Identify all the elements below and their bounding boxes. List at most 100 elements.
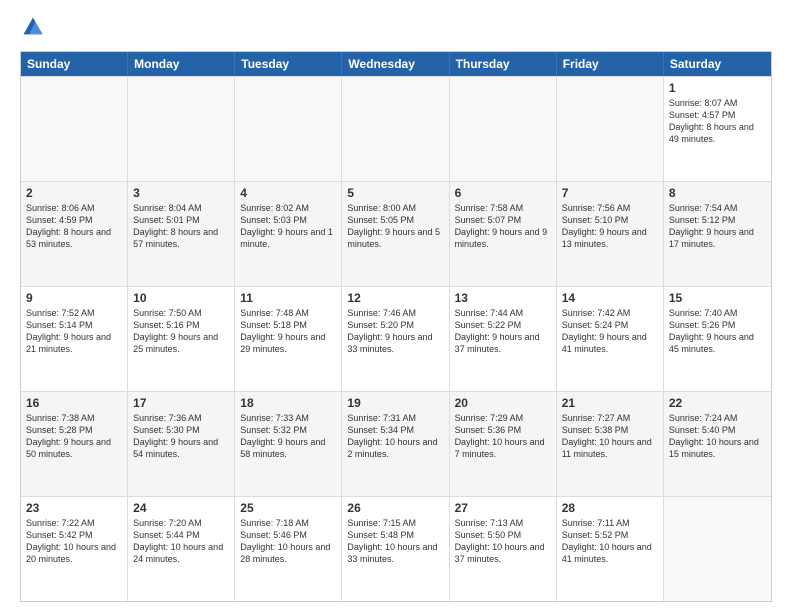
calendar-row: 16 Sunrise: 7:38 AM Sunset: 5:28 PM Dayli…: [21, 391, 771, 496]
calendar-cell: 18 Sunrise: 7:33 AM Sunset: 5:32 PM Dayli…: [235, 392, 342, 496]
cell-details: Sunrise: 7:54 AM Sunset: 5:12 PM Dayligh…: [669, 202, 766, 251]
cell-details: Sunrise: 7:11 AM Sunset: 5:52 PM Dayligh…: [562, 517, 658, 566]
cell-details: Sunrise: 7:48 AM Sunset: 5:18 PM Dayligh…: [240, 307, 336, 356]
cell-details: Sunrise: 8:02 AM Sunset: 5:03 PM Dayligh…: [240, 202, 336, 251]
calendar-cell: [342, 77, 449, 181]
calendar-cell: 12 Sunrise: 7:46 AM Sunset: 5:20 PM Dayli…: [342, 287, 449, 391]
day-number: 8: [669, 186, 766, 200]
logo-icon: [22, 16, 44, 38]
day-number: 11: [240, 291, 336, 305]
cell-details: Sunrise: 7:40 AM Sunset: 5:26 PM Dayligh…: [669, 307, 766, 356]
calendar-cell: 24 Sunrise: 7:20 AM Sunset: 5:44 PM Dayli…: [128, 497, 235, 601]
calendar-cell: [21, 77, 128, 181]
header: [20, 16, 772, 43]
day-number: 23: [26, 501, 122, 515]
day-number: 20: [455, 396, 551, 410]
calendar-header-cell: Thursday: [450, 52, 557, 76]
cell-details: Sunrise: 7:44 AM Sunset: 5:22 PM Dayligh…: [455, 307, 551, 356]
calendar-header-cell: Wednesday: [342, 52, 449, 76]
cell-details: Sunrise: 7:27 AM Sunset: 5:38 PM Dayligh…: [562, 412, 658, 461]
cell-details: Sunrise: 7:29 AM Sunset: 5:36 PM Dayligh…: [455, 412, 551, 461]
calendar-cell: 21 Sunrise: 7:27 AM Sunset: 5:38 PM Dayli…: [557, 392, 664, 496]
cell-details: Sunrise: 7:56 AM Sunset: 5:10 PM Dayligh…: [562, 202, 658, 251]
calendar-cell: 8 Sunrise: 7:54 AM Sunset: 5:12 PM Daylig…: [664, 182, 771, 286]
calendar-cell: 17Sunrise: 7:36 AM Sunset: 5:30 PM Dayli…: [128, 392, 235, 496]
calendar-body: 1 Sunrise: 8:07 AM Sunset: 4:57 PM Daylig…: [21, 76, 771, 601]
calendar-header-cell: Monday: [128, 52, 235, 76]
day-number: 19: [347, 396, 443, 410]
cell-details: Sunrise: 7:31 AM Sunset: 5:34 PM Dayligh…: [347, 412, 443, 461]
calendar-cell: 25 Sunrise: 7:18 AM Sunset: 5:46 PM Dayli…: [235, 497, 342, 601]
calendar-cell: 6 Sunrise: 7:58 AM Sunset: 5:07 PM Daylig…: [450, 182, 557, 286]
cell-details: Sunrise: 7:20 AM Sunset: 5:44 PM Dayligh…: [133, 517, 229, 566]
calendar-cell: [664, 497, 771, 601]
calendar-cell: 9 Sunrise: 7:52 AM Sunset: 5:14 PM Daylig…: [21, 287, 128, 391]
page: SundayMondayTuesdayWednesdayThursdayFrid…: [0, 0, 792, 612]
day-number: 18: [240, 396, 336, 410]
day-number: 22: [669, 396, 766, 410]
calendar-cell: 2 Sunrise: 8:06 AM Sunset: 4:59 PM Daylig…: [21, 182, 128, 286]
day-number: 27: [455, 501, 551, 515]
calendar-cell: 23 Sunrise: 7:22 AM Sunset: 5:42 PM Dayli…: [21, 497, 128, 601]
day-number: 16: [26, 396, 122, 410]
cell-details: Sunrise: 7:15 AM Sunset: 5:48 PM Dayligh…: [347, 517, 443, 566]
day-number: 17: [133, 396, 229, 410]
calendar-cell: 1 Sunrise: 8:07 AM Sunset: 4:57 PM Daylig…: [664, 77, 771, 181]
calendar-cell: 16 Sunrise: 7:38 AM Sunset: 5:28 PM Dayli…: [21, 392, 128, 496]
cell-details: Sunrise: 7:50 AM Sunset: 5:16 PM Dayligh…: [133, 307, 229, 356]
calendar-cell: 4 Sunrise: 8:02 AM Sunset: 5:03 PM Daylig…: [235, 182, 342, 286]
calendar-cell: 14Sunrise: 7:42 AM Sunset: 5:24 PM Dayli…: [557, 287, 664, 391]
day-number: 12: [347, 291, 443, 305]
logo: [20, 16, 46, 43]
calendar-row: 23 Sunrise: 7:22 AM Sunset: 5:42 PM Dayli…: [21, 496, 771, 601]
calendar-header-cell: Saturday: [664, 52, 771, 76]
day-number: 2: [26, 186, 122, 200]
cell-details: Sunrise: 7:52 AM Sunset: 5:14 PM Dayligh…: [26, 307, 122, 356]
day-number: 6: [455, 186, 551, 200]
calendar-cell: 10 Sunrise: 7:50 AM Sunset: 5:16 PM Dayli…: [128, 287, 235, 391]
calendar-cell: 3 Sunrise: 8:04 AM Sunset: 5:01 PM Daylig…: [128, 182, 235, 286]
cell-details: Sunrise: 7:38 AM Sunset: 5:28 PM Dayligh…: [26, 412, 122, 461]
day-number: 5: [347, 186, 443, 200]
cell-details: Sunrise: 8:07 AM Sunset: 4:57 PM Dayligh…: [669, 97, 766, 146]
cell-details: Sunrise: 7:33 AM Sunset: 5:32 PM Dayligh…: [240, 412, 336, 461]
day-number: 21: [562, 396, 658, 410]
calendar-cell: 5 Sunrise: 8:00 AM Sunset: 5:05 PM Daylig…: [342, 182, 449, 286]
calendar-cell: 11 Sunrise: 7:48 AM Sunset: 5:18 PM Dayli…: [235, 287, 342, 391]
day-number: 3: [133, 186, 229, 200]
calendar-header-cell: Sunday: [21, 52, 128, 76]
calendar-cell: 26 Sunrise: 7:15 AM Sunset: 5:48 PM Dayli…: [342, 497, 449, 601]
cell-details: Sunrise: 7:42 AM Sunset: 5:24 PM Dayligh…: [562, 307, 658, 356]
calendar-cell: [557, 77, 664, 181]
cell-details: Sunrise: 7:18 AM Sunset: 5:46 PM Dayligh…: [240, 517, 336, 566]
cell-details: Sunrise: 7:22 AM Sunset: 5:42 PM Dayligh…: [26, 517, 122, 566]
calendar-cell: 20 Sunrise: 7:29 AM Sunset: 5:36 PM Dayli…: [450, 392, 557, 496]
calendar-cell: 27 Sunrise: 7:13 AM Sunset: 5:50 PM Dayli…: [450, 497, 557, 601]
day-number: 4: [240, 186, 336, 200]
calendar-cell: 28 Sunrise: 7:11 AM Sunset: 5:52 PM Dayli…: [557, 497, 664, 601]
day-number: 24: [133, 501, 229, 515]
day-number: 28: [562, 501, 658, 515]
day-number: 15: [669, 291, 766, 305]
calendar-cell: [450, 77, 557, 181]
day-number: 10: [133, 291, 229, 305]
cell-details: Sunrise: 7:13 AM Sunset: 5:50 PM Dayligh…: [455, 517, 551, 566]
calendar-header-cell: Tuesday: [235, 52, 342, 76]
calendar-cell: 19 Sunrise: 7:31 AM Sunset: 5:34 PM Dayli…: [342, 392, 449, 496]
day-number: 13: [455, 291, 551, 305]
cell-details: Sunrise: 8:00 AM Sunset: 5:05 PM Dayligh…: [347, 202, 443, 251]
cell-details: Sunrise: 7:46 AM Sunset: 5:20 PM Dayligh…: [347, 307, 443, 356]
calendar-cell: [235, 77, 342, 181]
cell-details: Sunrise: 8:04 AM Sunset: 5:01 PM Dayligh…: [133, 202, 229, 251]
calendar-row: 1 Sunrise: 8:07 AM Sunset: 4:57 PM Daylig…: [21, 76, 771, 181]
day-number: 25: [240, 501, 336, 515]
day-number: 1: [669, 81, 766, 95]
day-number: 26: [347, 501, 443, 515]
calendar-cell: 22Sunrise: 7:24 AM Sunset: 5:40 PM Dayli…: [664, 392, 771, 496]
cell-details: Sunrise: 7:58 AM Sunset: 5:07 PM Dayligh…: [455, 202, 551, 251]
calendar-cell: 13 Sunrise: 7:44 AM Sunset: 5:22 PM Dayli…: [450, 287, 557, 391]
calendar-header-cell: Friday: [557, 52, 664, 76]
day-number: 9: [26, 291, 122, 305]
calendar-cell: 7Sunrise: 7:56 AM Sunset: 5:10 PM Daylig…: [557, 182, 664, 286]
cell-details: Sunrise: 8:06 AM Sunset: 4:59 PM Dayligh…: [26, 202, 122, 251]
